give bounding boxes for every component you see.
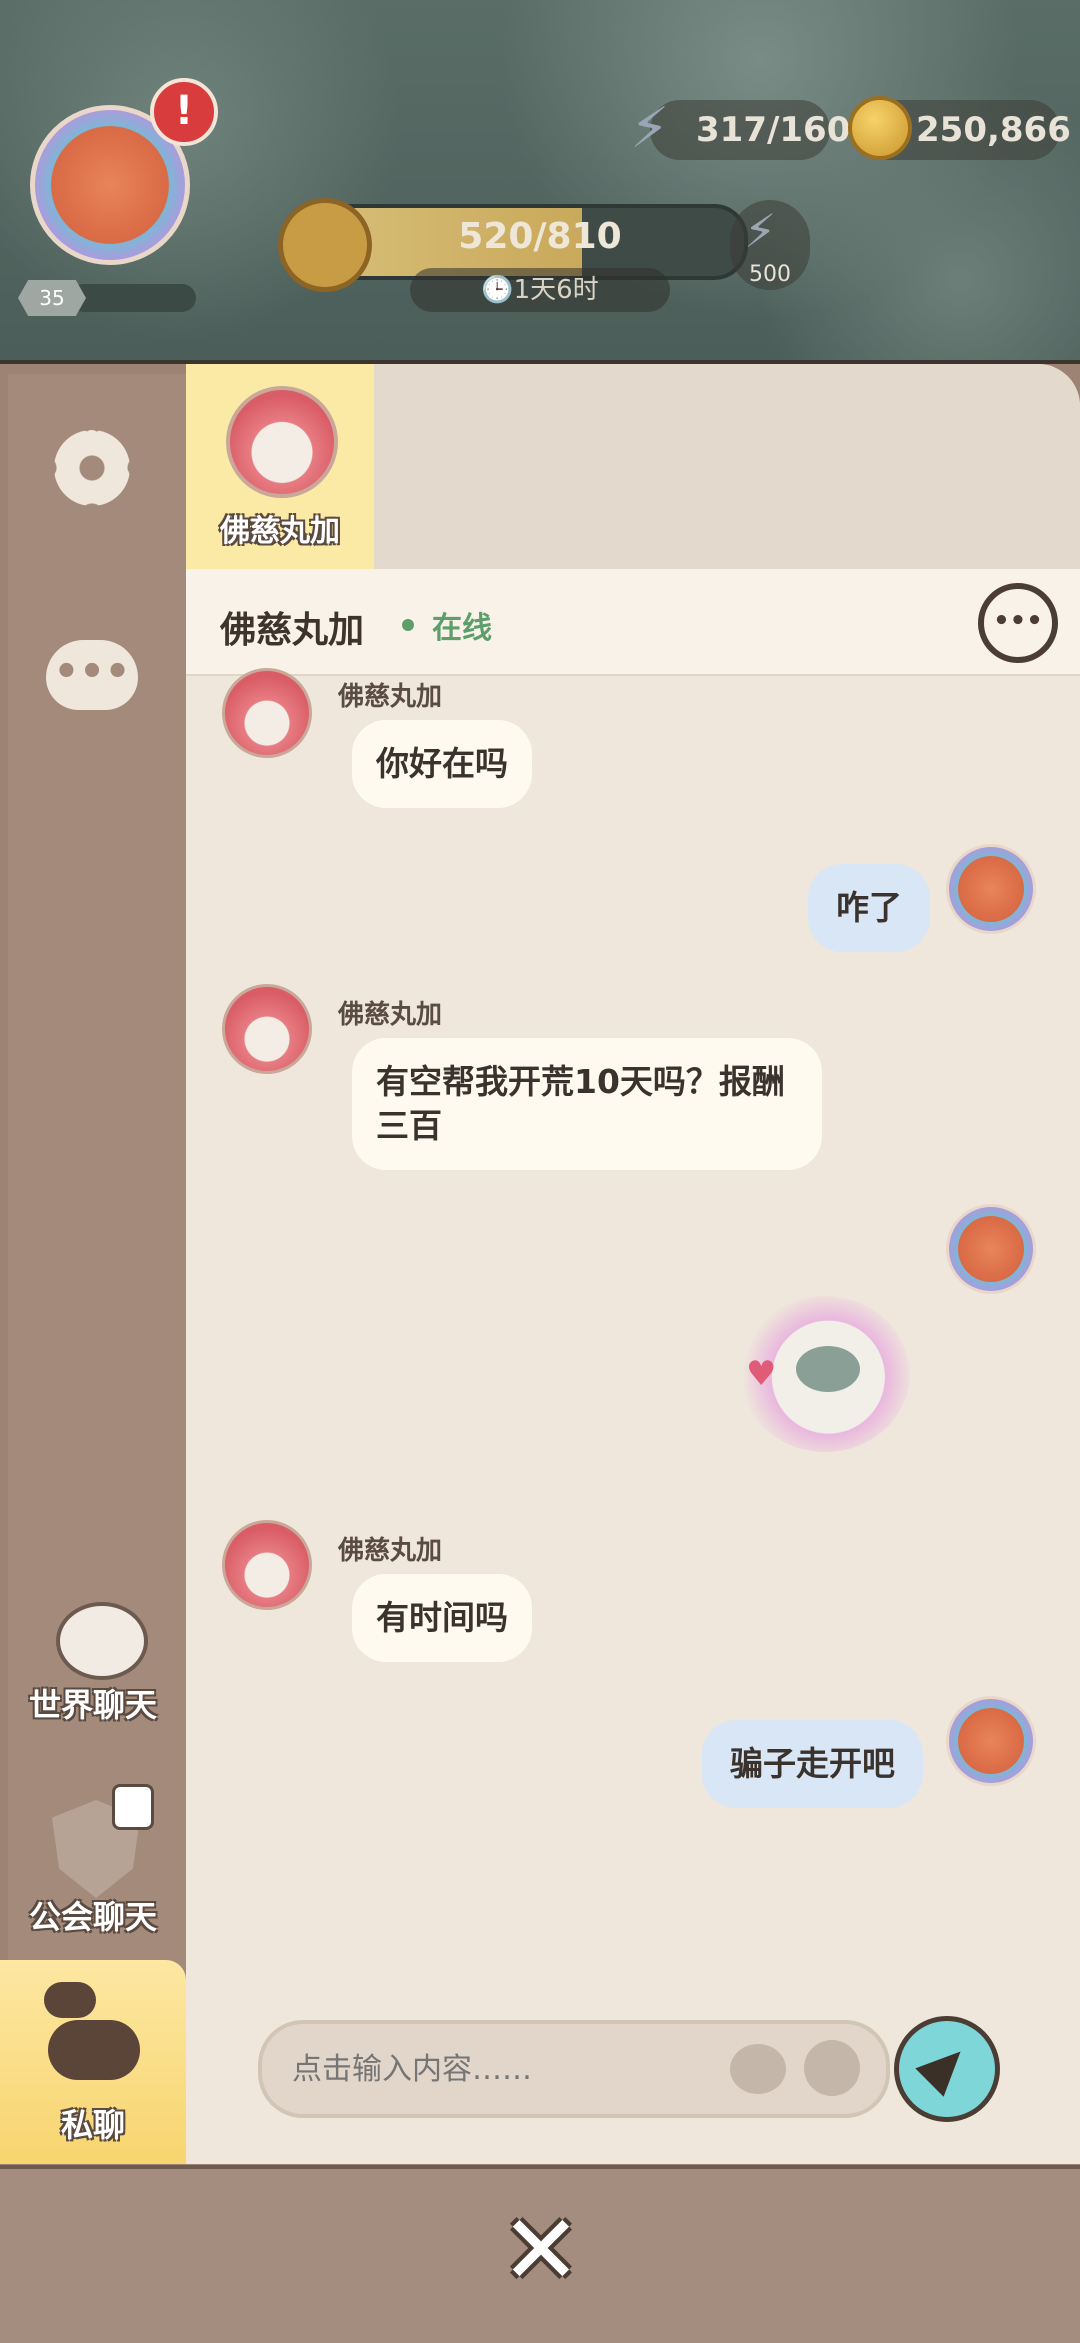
more-options-button[interactable]: ••• <box>978 583 1058 663</box>
message-bubble-outgoing[interactable]: 咋了 <box>808 864 930 952</box>
cat-sticker-icon[interactable] <box>730 2044 786 2094</box>
sticker-cat-face-icon <box>796 1346 860 1392</box>
bonus-value: 500 <box>749 262 791 287</box>
coin-value: 250,866 <box>916 110 1071 150</box>
sticker-heart-icon: ♥ <box>746 1354 777 1394</box>
emoji-icon[interactable] <box>804 2040 860 2096</box>
send-button[interactable] <box>894 2016 1000 2122</box>
scroll-icon <box>278 198 372 292</box>
message-input-box[interactable] <box>258 2020 890 2118</box>
progress-value: 520/810 <box>458 216 622 257</box>
online-dot-icon <box>402 619 414 631</box>
sidebar-item-private-chat[interactable]: 私聊 <box>0 1960 204 2164</box>
sidebar-item-world-chat[interactable]: 世界聊天 <box>0 1596 186 1726</box>
my-avatar[interactable] <box>946 1204 1036 1294</box>
clock-icon: 🕒 <box>481 275 514 305</box>
timer-pill: 🕒1天6时 <box>410 268 670 312</box>
close-icon: ✕ <box>500 2194 582 2306</box>
friend-tab-selected[interactable]: 佛慈丸加 <box>186 364 374 577</box>
timer-value: 1天6时 <box>513 275 599 305</box>
customer-service-icon[interactable]: ••• <box>46 640 138 710</box>
level-bar <box>70 284 196 312</box>
message-bubble-incoming[interactable]: 有时间吗 <box>352 1574 532 1662</box>
my-avatar[interactable] <box>946 1696 1036 1786</box>
sender-avatar[interactable] <box>222 668 312 758</box>
energy-counter[interactable]: ⚡ 317/160 <box>630 96 850 161</box>
energy-value: 317/160 <box>696 110 851 150</box>
lightning-bonus-icon: ⚡ <box>744 204 777 258</box>
message-bubble-incoming[interactable]: 有空帮我开荒10天吗？报酬三百 <box>352 1038 822 1170</box>
lightning-icon: ⚡ <box>630 96 670 161</box>
guild-chat-label: 公会聊天 <box>28 1898 157 1936</box>
message-input[interactable] <box>290 2044 714 2094</box>
sender-avatar[interactable] <box>222 984 312 1074</box>
chat-header: 佛慈丸加 在线 ••• <box>186 569 1080 676</box>
friend-name: 佛慈丸加 <box>220 514 340 549</box>
sender-name: 佛慈丸加 <box>338 682 443 712</box>
online-status: 在线 <box>432 611 492 646</box>
level-badge: 35 <box>18 280 86 316</box>
world-chat-label: 世界聊天 <box>28 1686 157 1724</box>
sidebar-item-guild-chat[interactable]: 公会聊天 <box>0 1776 186 1936</box>
message-bubble-incoming[interactable]: 你好在吗 <box>352 720 532 808</box>
private-chat-label: 私聊 <box>60 2106 125 2144</box>
bottom-bar: ✕ <box>0 2165 1080 2343</box>
cat-hearts-sticker[interactable]: ♥ <box>740 1296 910 1452</box>
game-hud: ! 35 ⚡ 317/160 250,866 520/810 🕒1天6时 ⚡ 5… <box>0 0 1080 380</box>
sender-avatar[interactable] <box>222 1520 312 1610</box>
friend-avatar <box>226 386 338 498</box>
chat-title: 佛慈丸加 <box>220 610 365 651</box>
bonus-energy[interactable]: ⚡ 500 <box>730 200 810 290</box>
message-bubble-outgoing[interactable]: 骗子走开吧 <box>702 1720 923 1808</box>
send-arrow-icon <box>915 2037 975 2097</box>
settings-gear-icon[interactable] <box>54 430 130 506</box>
more-dots-icon: ••• <box>993 606 1043 636</box>
planet-icon <box>56 1602 148 1680</box>
alert-icon[interactable]: ! <box>150 78 218 146</box>
my-avatar[interactable] <box>946 844 1036 934</box>
sender-name: 佛慈丸加 <box>338 1000 443 1030</box>
lock-icon <box>112 1784 154 1830</box>
sender-name: 佛慈丸加 <box>338 1536 443 1566</box>
coin-counter[interactable]: 250,866 <box>848 96 1071 160</box>
coin-icon <box>848 96 912 160</box>
chat-bubble-small-icon <box>44 1982 96 2018</box>
close-button[interactable]: ✕ <box>496 2194 586 2306</box>
chat-bubbles-icon <box>48 2020 140 2080</box>
level-value: 35 <box>39 286 65 310</box>
